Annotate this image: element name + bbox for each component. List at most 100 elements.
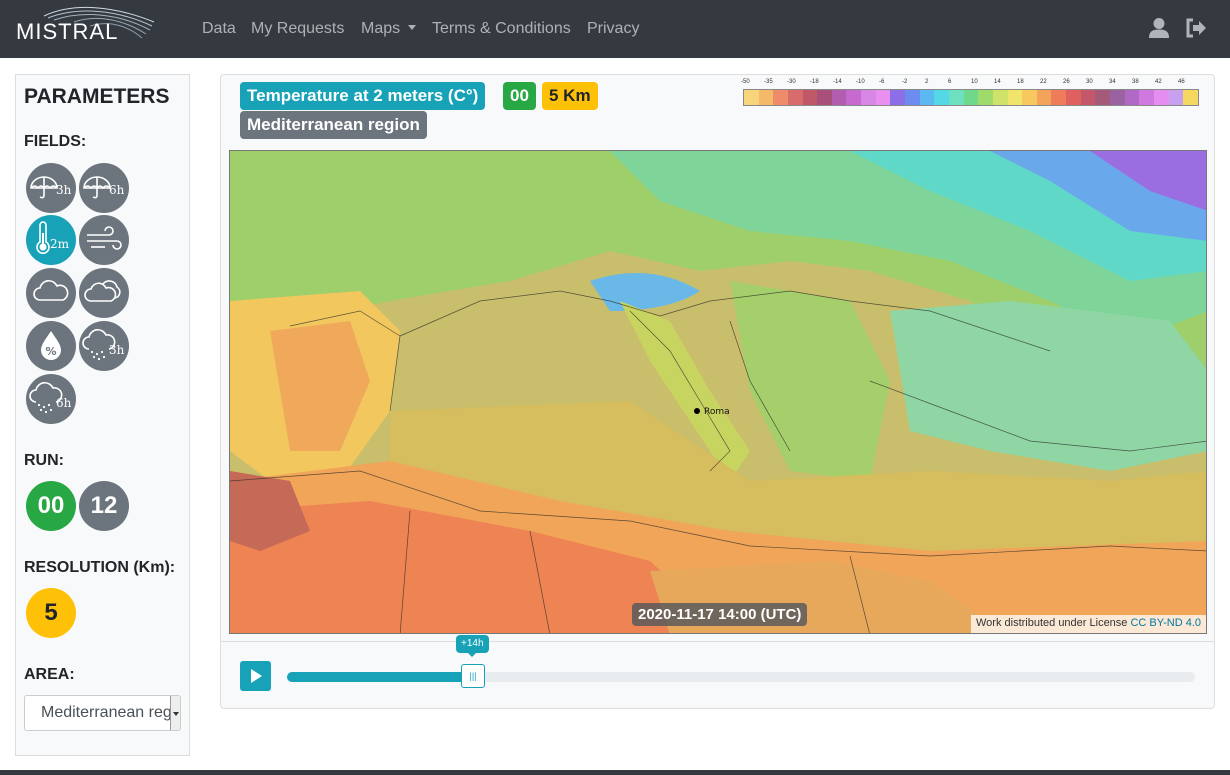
legend-tick-label: 26: [1063, 79, 1070, 85]
legend-tick-label: 34: [1109, 79, 1116, 85]
legend-swatch: [817, 90, 832, 105]
area-label: AREA:: [24, 666, 75, 683]
legend-swatch: [1066, 90, 1081, 105]
chevron-down-icon[interactable]: [170, 696, 180, 730]
temperature-color-legend: -50 -35 -30 -18 -14 -10 -6 -2 2 6 10 14 18 22 26 30 34 38…: [741, 79, 1201, 109]
legend-tick-label: 14: [994, 79, 1001, 85]
legend-tick-label: -18: [810, 79, 819, 85]
legend-swatch: [919, 90, 935, 105]
field-snow-6h-button[interactable]: 6h: [26, 374, 76, 424]
legend-tick-label: 38: [1132, 79, 1139, 85]
legend-swatch: [1183, 90, 1198, 105]
field-temperature-2m-button[interactable]: 2m: [26, 215, 76, 265]
field-wind-button[interactable]: [79, 215, 129, 265]
legend-swatch: [802, 90, 818, 105]
legend-swatch: [758, 90, 774, 105]
legend-tick-label: -6: [879, 79, 885, 85]
legend-swatch: [1007, 90, 1023, 105]
legend-swatch: [787, 90, 803, 105]
area-select-value: Mediterranean region: [41, 704, 181, 721]
resolution-label: RESOLUTION (Km):: [24, 559, 176, 576]
parameters-sidebar: PARAMETERS FIELDS: 3h 6h 2m % 3h 6h RUN:…: [15, 74, 190, 756]
license-link[interactable]: CC BY-ND 4.0: [1130, 617, 1201, 629]
footer-bar: [0, 770, 1230, 775]
legend-swatch: [1168, 90, 1184, 105]
legend-color-bar: [743, 89, 1199, 106]
forecast-map[interactable]: Roma 2020-11-17 14:00 (UTC) Work distrib…: [229, 150, 1207, 634]
legend-tick-label: 46: [1178, 79, 1185, 85]
legend-swatch: [992, 90, 1008, 105]
legend-swatch: [1139, 90, 1154, 105]
field-sub-label: 2m: [50, 237, 70, 251]
legend-tick-label: -2: [902, 79, 908, 85]
legend-swatch: [861, 90, 876, 105]
time-slider[interactable]: ||| +14h: [287, 635, 1195, 688]
field-badge: Temperature at 2 meters (C°): [240, 82, 486, 110]
play-icon[interactable]: [240, 661, 271, 691]
nav-privacy[interactable]: Privacy: [587, 20, 639, 38]
field-sub-label: 6h: [56, 396, 72, 410]
legend-swatch: [831, 90, 847, 105]
legend-tick-label: -35: [764, 79, 773, 85]
license-text: Work distributed under License: [975, 617, 1128, 629]
field-precip-6h-button[interactable]: 6h: [79, 163, 129, 213]
legend-swatch: [1095, 90, 1111, 105]
clouds-icon: [84, 280, 121, 302]
legend-tick-label: 42: [1155, 79, 1162, 85]
legend-swatch: [1153, 90, 1169, 105]
run-00-button[interactable]: 00: [26, 481, 76, 531]
field-sub-label: 3h: [56, 183, 72, 197]
time-slider-handle[interactable]: ||| +14h: [456, 635, 489, 688]
legend-swatch: [1022, 90, 1037, 105]
legend-tick-label: 22: [1040, 79, 1047, 85]
sign-out-icon[interactable]: [1185, 17, 1207, 39]
city-label-roma: Roma: [704, 407, 730, 417]
legend-swatch: [978, 90, 993, 105]
field-cloud-button[interactable]: [26, 268, 76, 318]
nav-my-requests[interactable]: My Requests: [251, 20, 344, 38]
legend-swatch: [905, 90, 920, 105]
run-12-button[interactable]: 12: [79, 481, 129, 531]
area-badge: Mediterranean region: [240, 111, 427, 139]
legend-tick-label: -14: [833, 79, 842, 85]
legend-tick-label: 10: [971, 79, 978, 85]
field-clouds-button[interactable]: [79, 268, 129, 318]
time-slider-tooltip: +14h: [456, 635, 489, 657]
area-select[interactable]: Mediterranean region: [24, 695, 181, 731]
nav-maps-dropdown[interactable]: Maps: [361, 20, 417, 38]
time-player: ||| +14h: [221, 635, 1214, 708]
license-attribution: Work distributed under License CC BY-ND …: [970, 615, 1206, 633]
field-sub-label: 6h: [109, 183, 125, 197]
user-icon[interactable]: [1148, 17, 1170, 39]
brand-text: MISTRAL: [16, 19, 119, 44]
resolution-5-button[interactable]: 5: [26, 588, 76, 638]
field-precip-3h-button[interactable]: 3h: [26, 163, 76, 213]
sidebar-title: PARAMETERS: [24, 85, 170, 108]
temperature-map-image: Roma: [230, 151, 1206, 633]
legend-tick-label: 30: [1086, 79, 1093, 85]
nav-data[interactable]: Data: [202, 20, 236, 38]
field-humidity-button[interactable]: %: [26, 321, 76, 371]
legend-swatch: [1051, 90, 1067, 105]
svg-text:%: %: [45, 345, 56, 358]
cloud-icon: [33, 280, 69, 301]
run-label: RUN:: [24, 452, 64, 469]
legend-swatch: [948, 90, 964, 105]
legend-swatch: [890, 90, 906, 105]
nav-terms[interactable]: Terms & Conditions: [432, 20, 571, 38]
field-snow-3h-button[interactable]: 3h: [79, 321, 129, 371]
legend-swatch: [846, 90, 862, 105]
map-timestamp: 2020-11-17 14:00 (UTC): [632, 603, 808, 626]
run-badge: 00: [503, 82, 536, 110]
field-sub-label: 3h: [109, 343, 125, 357]
legend-tick-label: 18: [1017, 79, 1024, 85]
legend-swatch: [875, 90, 891, 105]
resolution-badge: 5 Km: [542, 82, 598, 110]
legend-swatch: [773, 90, 788, 105]
map-panel: Temperature at 2 meters (C°) 00 5 Km Med…: [220, 74, 1215, 709]
humidity-icon: %: [41, 331, 61, 360]
legend-swatch: [1036, 90, 1052, 105]
legend-swatch: [744, 90, 759, 105]
legend-tick-label: -30: [787, 79, 796, 85]
legend-tick-label: -10: [856, 79, 865, 85]
